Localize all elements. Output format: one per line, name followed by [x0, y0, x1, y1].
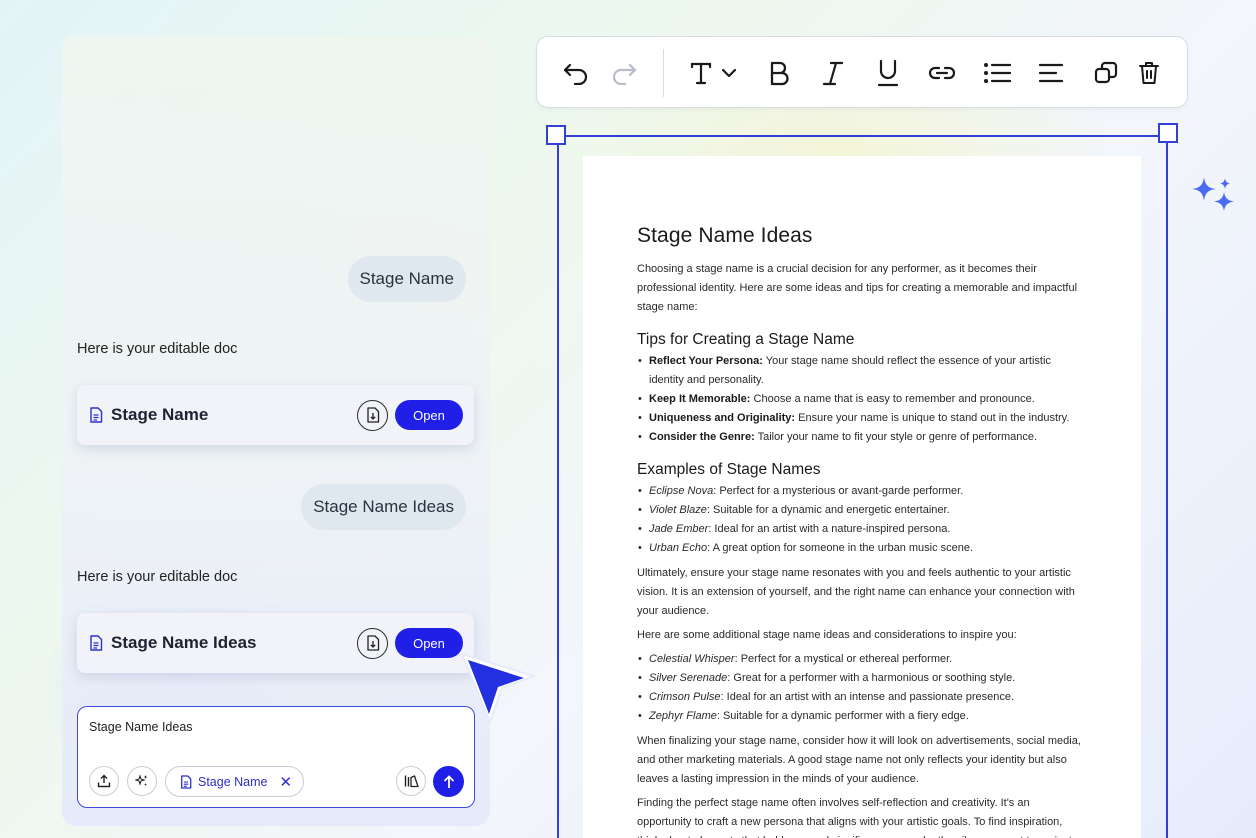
doc-title: Stage Name Ideas — [637, 224, 813, 247]
examples-list: Eclipse Nova: Perfect for a mysterious o… — [637, 482, 1087, 558]
assistant-message: Here is your editable doc — [77, 569, 238, 585]
italic-button[interactable] — [818, 58, 848, 88]
message-composer[interactable]: Stage Name Ideas Stage Name ✕ — [77, 706, 475, 808]
document-icon — [180, 774, 192, 789]
resize-handle-top-right[interactable] — [1158, 123, 1178, 143]
assistant-message: Here is your editable doc — [77, 341, 238, 357]
format-toolbar — [536, 36, 1188, 108]
upload-button[interactable] — [89, 766, 119, 796]
italic-icon — [822, 61, 844, 86]
list-item: Eclipse Nova: Perfect for a mysterious o… — [637, 482, 1087, 501]
doc-paragraph: Here are some additional stage name idea… — [637, 629, 1017, 641]
delete-icon — [1139, 62, 1159, 84]
doc-paragraph: Finding the perfect stage name often inv… — [637, 797, 1075, 838]
download-button[interactable] — [357, 399, 388, 431]
download-button[interactable] — [357, 627, 388, 659]
open-button[interactable]: Open — [395, 400, 463, 430]
list-item: Jade Ember: Ideal for an artist with a n… — [637, 520, 1087, 539]
list-item: Violet Blaze: Suitable for a dynamic and… — [637, 501, 1087, 520]
more-examples-list: Celestial Whisper: Perfect for a mystica… — [637, 650, 1087, 726]
doc-card[interactable]: Stage Name Open — [77, 385, 474, 445]
doc-card[interactable]: Stage Name Ideas Open — [77, 613, 474, 673]
text-style-icon — [690, 62, 737, 85]
chip-label: Stage Name — [198, 774, 268, 789]
undo-button[interactable] — [561, 58, 591, 88]
link-button[interactable] — [927, 58, 957, 88]
text-style-dropdown[interactable] — [685, 58, 745, 88]
doc-paragraph: Ultimately, ensure your stage name reson… — [637, 567, 1075, 617]
undo-icon — [563, 63, 588, 85]
bulleted-list-button[interactable] — [982, 58, 1012, 88]
bold-icon — [770, 61, 789, 86]
link-icon — [928, 66, 956, 80]
ai-enhance-button[interactable] — [127, 766, 157, 796]
delete-button[interactable] — [1134, 58, 1164, 88]
user-message: Stage Name — [347, 256, 466, 302]
library-button[interactable] — [396, 766, 426, 796]
bold-button[interactable] — [764, 58, 794, 88]
download-icon — [366, 635, 380, 651]
list-item: Crimson Pulse: Ideal for an artist with … — [637, 688, 1087, 707]
list-item: Uniqueness and Originality: Ensure your … — [637, 409, 1087, 428]
list-item: Reflect Your Persona: Your stage name sh… — [637, 352, 1087, 390]
duplicate-button[interactable] — [1091, 58, 1121, 88]
send-button[interactable] — [433, 766, 464, 797]
list-item: Silver Serenade: Great for a performer w… — [637, 669, 1087, 688]
list-item: Consider the Genre: Tailor your name to … — [637, 428, 1087, 447]
list-item: Celestial Whisper: Perfect for a mystica… — [637, 650, 1087, 669]
list-item: Zephyr Flame: Suitable for a dynamic per… — [637, 707, 1087, 726]
redo-button[interactable] — [609, 58, 639, 88]
duplicate-icon — [1094, 61, 1118, 84]
align-button[interactable] — [1036, 58, 1066, 88]
sparkle-icon — [135, 774, 149, 788]
bulleted-list-icon — [984, 63, 1011, 83]
pointer-cursor-icon — [461, 653, 535, 723]
section-heading: Examples of Stage Names — [637, 461, 821, 478]
align-left-icon — [1038, 63, 1064, 83]
upload-icon — [97, 774, 111, 788]
document-icon — [89, 635, 103, 651]
toolbar-divider — [663, 49, 664, 97]
doc-card-title: Stage Name Ideas — [111, 633, 257, 652]
underline-button[interactable] — [873, 58, 903, 88]
redo-icon — [612, 63, 637, 85]
sparkle-icon — [1192, 177, 1234, 211]
list-item: Urban Echo: A great option for someone i… — [637, 539, 1087, 558]
document-icon — [89, 407, 103, 423]
composer-input[interactable]: Stage Name Ideas — [89, 720, 193, 734]
attached-doc-chip[interactable]: Stage Name ✕ — [165, 766, 305, 797]
document-page[interactable]: Stage Name Ideas Choosing a stage name i… — [583, 156, 1141, 838]
download-icon — [366, 407, 380, 423]
section-heading: Tips for Creating a Stage Name — [637, 331, 855, 348]
tips-list: Reflect Your Persona: Your stage name sh… — [637, 352, 1087, 447]
remove-chip-icon[interactable]: ✕ — [279, 773, 292, 791]
user-message: Stage Name Ideas — [301, 484, 466, 530]
underline-icon — [877, 59, 899, 87]
doc-intro: Choosing a stage name is a crucial decis… — [637, 263, 1078, 313]
doc-card-title: Stage Name — [111, 405, 209, 424]
open-button[interactable]: Open — [395, 628, 463, 658]
library-icon — [404, 774, 419, 788]
list-item: Keep It Memorable: Choose a name that is… — [637, 390, 1087, 409]
arrow-up-icon — [443, 774, 455, 789]
chat-panel: Stage Name Here is your editable doc Sta… — [62, 36, 490, 826]
resize-handle-top-left[interactable] — [546, 125, 566, 145]
doc-paragraph: When finalizing your stage name, conside… — [637, 735, 1081, 785]
